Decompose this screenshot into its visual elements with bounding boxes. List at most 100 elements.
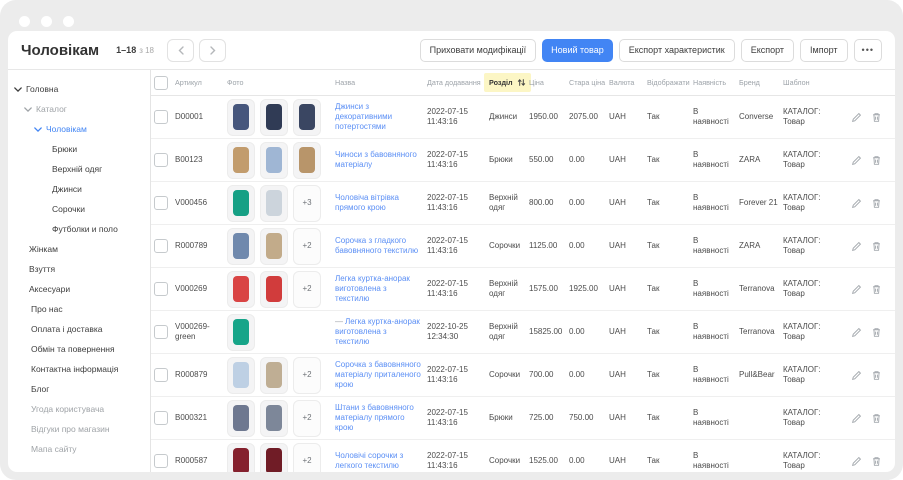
sidebar-item-cholovikam[interactable]: Чоловікам <box>8 119 150 139</box>
more-photos-badge[interactable]: +2 <box>293 357 321 394</box>
product-photo[interactable] <box>227 185 255 222</box>
select-all-checkbox[interactable] <box>154 76 168 90</box>
sidebar-item-oplata[interactable]: Оплата і доставка <box>8 319 150 339</box>
row-checkbox[interactable] <box>154 368 168 382</box>
product-photo[interactable] <box>260 357 288 394</box>
sidebar-item-dzhynsy[interactable]: Джинси <box>8 179 150 199</box>
row-checkbox[interactable] <box>154 454 168 468</box>
table-row[interactable]: V000269 +2 Легка куртка-анорак виготовле… <box>151 268 895 311</box>
col-template[interactable]: Шаблон <box>783 78 851 87</box>
delete-icon[interactable] <box>871 413 882 424</box>
product-photo[interactable] <box>227 142 255 179</box>
row-checkbox[interactable] <box>154 196 168 210</box>
edit-icon[interactable] <box>851 370 862 381</box>
col-price[interactable]: Ціна <box>529 78 569 87</box>
product-photo[interactable] <box>260 185 288 222</box>
col-old-price[interactable]: Стара ціна <box>569 78 609 87</box>
delete-icon[interactable] <box>871 241 882 252</box>
sorted-column-pill[interactable]: Розділ <box>484 73 531 92</box>
product-photo[interactable] <box>260 142 288 179</box>
more-photos-badge[interactable]: +2 <box>293 271 321 308</box>
product-photo[interactable] <box>227 314 255 351</box>
col-display[interactable]: Відображати <box>647 78 693 87</box>
hide-modifications-button[interactable]: Приховати модифікації <box>420 39 537 62</box>
product-photo[interactable] <box>260 400 288 437</box>
prev-page-button[interactable] <box>167 39 194 62</box>
product-name-link[interactable]: Чиноси з бавовняного матеріалу <box>335 150 423 170</box>
edit-icon[interactable] <box>851 112 862 123</box>
edit-icon[interactable] <box>851 413 862 424</box>
table-row[interactable]: B000321 +2 Штани з бавовняного матеріалу… <box>151 397 895 440</box>
more-photos-badge[interactable]: +2 <box>293 400 321 437</box>
table-row[interactable]: R000789 +2 Сорочка з гладкого бавовняног… <box>151 225 895 268</box>
product-photo[interactable] <box>260 443 288 473</box>
col-photo[interactable]: Фото <box>227 78 335 87</box>
more-photos-badge[interactable]: +3 <box>293 185 321 222</box>
sidebar-item-bloh[interactable]: Блог <box>8 379 150 399</box>
row-checkbox[interactable] <box>154 325 168 339</box>
more-actions-button[interactable]: ••• <box>854 39 882 62</box>
product-photo[interactable] <box>293 99 321 136</box>
edit-icon[interactable] <box>851 327 862 338</box>
sidebar-item-vzuttia[interactable]: Взуття <box>8 259 150 279</box>
delete-icon[interactable] <box>871 112 882 123</box>
product-photo[interactable] <box>227 400 255 437</box>
sidebar-item-pro-nas[interactable]: Про нас <box>8 299 150 319</box>
delete-icon[interactable] <box>871 327 882 338</box>
more-photos-badge[interactable]: +2 <box>293 228 321 265</box>
sidebar-item-zhinkam[interactable]: Жінкам <box>8 239 150 259</box>
table-row[interactable]: V000456 +3 Чоловіча вітрівка прямого кро… <box>151 182 895 225</box>
table-row[interactable]: V000269-green —Легка куртка-анорак вигот… <box>151 311 895 354</box>
sidebar-item-briuky[interactable]: Брюки <box>8 139 150 159</box>
col-articul[interactable]: Артикул <box>175 78 227 87</box>
row-checkbox[interactable] <box>154 411 168 425</box>
product-name-link[interactable]: Сорочка з бавовняного матеріалу притален… <box>335 360 423 390</box>
delete-icon[interactable] <box>871 456 882 467</box>
row-checkbox[interactable] <box>154 153 168 167</box>
product-photo[interactable] <box>260 99 288 136</box>
product-name-link[interactable]: Штани з бавовняного матеріалу прямого кр… <box>335 403 423 433</box>
sidebar-item-futbolky[interactable]: Футболки и поло <box>8 219 150 239</box>
product-photo[interactable] <box>260 271 288 308</box>
product-photo[interactable] <box>227 271 255 308</box>
product-photo[interactable] <box>293 142 321 179</box>
product-name-link[interactable]: Легка куртка-анорак виготовлена з тексти… <box>335 274 423 304</box>
chevron-down-icon[interactable] <box>24 107 32 112</box>
table-row[interactable]: D00001 Джинси з декоративними потертостя… <box>151 96 895 139</box>
row-checkbox[interactable] <box>154 110 168 124</box>
export-attributes-button[interactable]: Експорт характеристик <box>619 39 735 62</box>
edit-icon[interactable] <box>851 456 862 467</box>
col-category[interactable]: Розділ <box>489 73 529 92</box>
col-date[interactable]: Дата додавання <box>427 78 489 87</box>
delete-icon[interactable] <box>871 198 882 209</box>
import-button[interactable]: Імпорт <box>800 39 848 62</box>
sidebar-item-aksesuary[interactable]: Аксесуари <box>8 279 150 299</box>
edit-icon[interactable] <box>851 198 862 209</box>
product-photo[interactable] <box>227 99 255 136</box>
table-row[interactable]: R000587 +2 Чоловічі сорочки з легкого те… <box>151 440 895 472</box>
product-photo[interactable] <box>227 357 255 394</box>
sidebar-item-kontaktna[interactable]: Контактна інформація <box>8 359 150 379</box>
table-row[interactable]: R000879 +2 Сорочка з бавовняного матеріа… <box>151 354 895 397</box>
product-name-link[interactable]: Сорочка з гладкого бавовняного текстилю <box>335 236 423 256</box>
col-availability[interactable]: Наявність <box>693 78 739 87</box>
edit-icon[interactable] <box>851 155 862 166</box>
sidebar-item-verkhnii-odiah[interactable]: Верхній одяг <box>8 159 150 179</box>
sidebar-item-obmin[interactable]: Обмін та повернення <box>8 339 150 359</box>
sidebar-item-mapa[interactable]: Мапа сайту <box>8 439 150 459</box>
edit-icon[interactable] <box>851 284 862 295</box>
export-button[interactable]: Експорт <box>741 39 794 62</box>
product-name-link[interactable]: Джинси з декоративними потертостями <box>335 102 423 132</box>
product-photo[interactable] <box>227 443 255 473</box>
sidebar-item-uhoda[interactable]: Угода користувача <box>8 399 150 419</box>
row-checkbox[interactable] <box>154 239 168 253</box>
col-currency[interactable]: Валюта <box>609 78 647 87</box>
product-name-link[interactable]: Чоловічі сорочки з легкого текстилю <box>335 451 423 471</box>
delete-icon[interactable] <box>871 370 882 381</box>
sidebar-item-holovna[interactable]: Головна <box>8 79 150 99</box>
product-name-link[interactable]: Чоловіча вітрівка прямого крою <box>335 193 423 213</box>
chevron-down-icon[interactable] <box>34 127 42 132</box>
col-brand[interactable]: Бренд <box>739 78 783 87</box>
table-row[interactable]: B00123 Чиноси з бавовняного матеріалу 20… <box>151 139 895 182</box>
sidebar-item-sorochky[interactable]: Сорочки <box>8 199 150 219</box>
